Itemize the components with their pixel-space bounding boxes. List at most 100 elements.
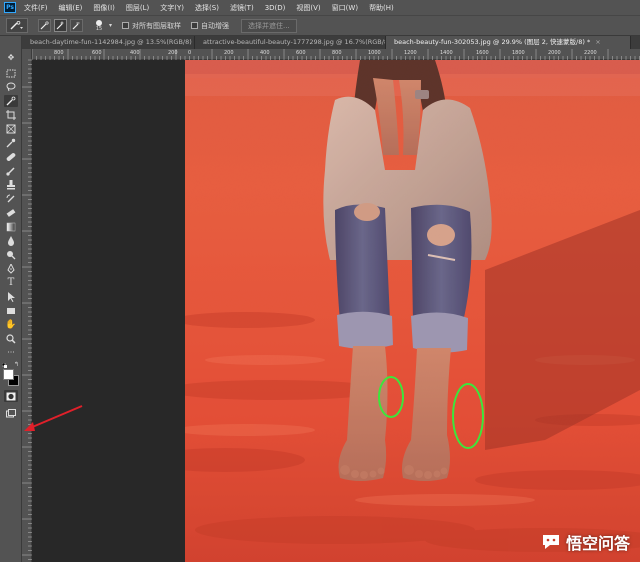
crop-tool[interactable] (4, 109, 18, 121)
quick-mask-mode-button[interactable] (4, 390, 18, 402)
ruler-label: 400 (130, 50, 140, 56)
brush-size-value: 15 (95, 25, 103, 32)
ruler-label: 800 (332, 50, 342, 56)
history-brush-icon (6, 194, 15, 203)
new-selection-button[interactable] (38, 19, 51, 32)
rectangle-tool[interactable] (4, 305, 18, 317)
ruler-label: 1800 (512, 50, 525, 56)
tool-preset-picker[interactable] (6, 18, 28, 33)
menu-help[interactable]: 帮助(H) (369, 3, 394, 13)
gradient-icon (6, 222, 16, 232)
vertical-ruler (22, 49, 32, 562)
pen-tool[interactable] (4, 263, 18, 275)
image-canvas[interactable]: 悟空问答 (185, 60, 640, 562)
tab-document-1-label: beach-daytime-fun-1142984.jpg @ 13.5%(RG… (30, 38, 195, 46)
healing-brush-tool[interactable] (4, 151, 18, 163)
tab-document-2[interactable]: attractive-beautiful-beauty-1777298.jpg … (195, 36, 386, 49)
menu-filter[interactable]: 滤镜(T) (230, 3, 254, 13)
stamp-icon (7, 180, 15, 190)
options-bar: 15 ▾ 对所有图层取样 自动增强 选择并遮住... (0, 15, 640, 36)
screen-mode-button[interactable] (4, 407, 18, 419)
sample-all-layers-option[interactable]: 对所有图层取样 (122, 21, 181, 31)
swap-colors-icon[interactable]: ↰ (14, 361, 19, 368)
ruler-ticks-vertical (22, 59, 32, 560)
close-icon[interactable]: × (595, 38, 600, 46)
eraser-tool[interactable] (4, 207, 18, 219)
ruler-label: 0 (188, 50, 192, 56)
brush-subtract-icon (72, 22, 80, 30)
default-colors-icon[interactable] (1, 362, 7, 368)
screen-mode-icon (6, 408, 16, 417)
dodge-icon (7, 251, 16, 260)
wukong-logo-icon (542, 535, 559, 549)
hand-tool[interactable]: ✋ (4, 319, 18, 331)
watermark: 悟空问答 (541, 530, 630, 554)
lasso-tool[interactable] (4, 81, 18, 93)
select-and-mask-button[interactable]: 选择并遮住... (241, 18, 297, 33)
dodge-tool[interactable] (4, 249, 18, 261)
path-selection-tool[interactable] (4, 291, 18, 303)
menu-image[interactable]: 图像(I) (93, 3, 115, 13)
bandage-icon (6, 153, 16, 161)
beach-photo-quick-mask (185, 60, 640, 562)
tab-document-2-label: attractive-beautiful-beauty-1777298.jpg … (203, 38, 386, 46)
rectangle-icon (7, 308, 15, 314)
menu-layer[interactable]: 图层(L) (126, 3, 149, 13)
add-to-selection-button[interactable] (54, 19, 67, 32)
move-tool[interactable]: ✥ (4, 52, 18, 64)
menu-type[interactable]: 文字(Y) (160, 3, 184, 13)
brush-new-icon (40, 21, 49, 30)
menu-bar: Ps 文件(F) 编辑(E) 图像(I) 图层(L) 文字(Y) 选择(S) 滤… (0, 0, 640, 15)
pen-icon (7, 264, 15, 274)
menu-view[interactable]: 视图(V) (296, 3, 320, 13)
ruler-label: 200 (224, 50, 234, 56)
brush-tool[interactable] (4, 165, 18, 177)
tab-document-3[interactable]: beach-beauty-fun-302053.jpg @ 29.9% (图层 … (386, 36, 631, 49)
reset-colors-icon (1, 362, 7, 368)
menu-3d[interactable]: 3D(D) (265, 4, 286, 12)
foreground-color-swatch[interactable] (3, 369, 14, 380)
tab-document-1[interactable]: beach-daytime-fun-1142984.jpg @ 13.5%(RG… (22, 36, 195, 49)
auto-enhance-option[interactable]: 自动增强 (191, 21, 229, 31)
brush-picker[interactable]: 15 (91, 19, 107, 32)
frame-tool[interactable] (4, 123, 18, 135)
tools-panel: ✥ T ✋ ··· ↰ (0, 36, 22, 562)
marquee-tool[interactable] (4, 67, 18, 79)
edit-toolbar-tool[interactable]: ··· (4, 347, 18, 359)
history-brush-tool[interactable] (4, 193, 18, 205)
menu-edit[interactable]: 编辑(E) (59, 3, 83, 13)
auto-enhance-checkbox[interactable] (191, 22, 199, 29)
zoom-tool[interactable] (4, 333, 18, 345)
brush-icon (6, 167, 15, 176)
marquee-icon (6, 69, 16, 77)
frame-icon (6, 124, 16, 134)
ruler-label: 1000 (368, 50, 381, 56)
document-workspace[interactable]: 悟空问答 (32, 60, 640, 562)
type-tool[interactable]: T (4, 277, 18, 289)
ruler-label: 1200 (404, 50, 417, 56)
drop-icon (8, 236, 14, 246)
ruler-label: 600 (92, 50, 102, 56)
menu-file[interactable]: 文件(F) (24, 3, 48, 13)
arrow-cursor-icon (8, 292, 15, 302)
quick-mask-icon (6, 392, 16, 400)
brush-picker-arrow-icon[interactable]: ▾ (109, 22, 112, 29)
ruler-label: 800 (54, 50, 64, 56)
ruler-label: 1600 (476, 50, 489, 56)
eyedropper-tool[interactable] (4, 137, 18, 149)
gradient-tool[interactable] (4, 221, 18, 233)
quick-selection-icon (6, 96, 16, 106)
menu-window[interactable]: 窗口(W) (332, 3, 358, 13)
subtract-from-selection-button[interactable] (70, 19, 83, 32)
photoshop-logo: Ps (4, 2, 16, 13)
ruler-label: 2200 (584, 50, 597, 56)
quick-selection-icon (10, 20, 23, 29)
document-tabs: beach-daytime-fun-1142984.jpg @ 13.5%(RG… (22, 36, 640, 49)
quick-selection-tool[interactable] (4, 95, 18, 107)
horizontal-ruler: 800 600 400 200 0 200 400 600 800 1000 1… (32, 49, 640, 60)
clone-stamp-tool[interactable] (4, 179, 18, 191)
blur-tool[interactable] (4, 235, 18, 247)
menu-select[interactable]: 选择(S) (195, 3, 219, 13)
sample-all-layers-label: 对所有图层取样 (132, 21, 182, 30)
sample-all-layers-checkbox[interactable] (122, 22, 130, 29)
